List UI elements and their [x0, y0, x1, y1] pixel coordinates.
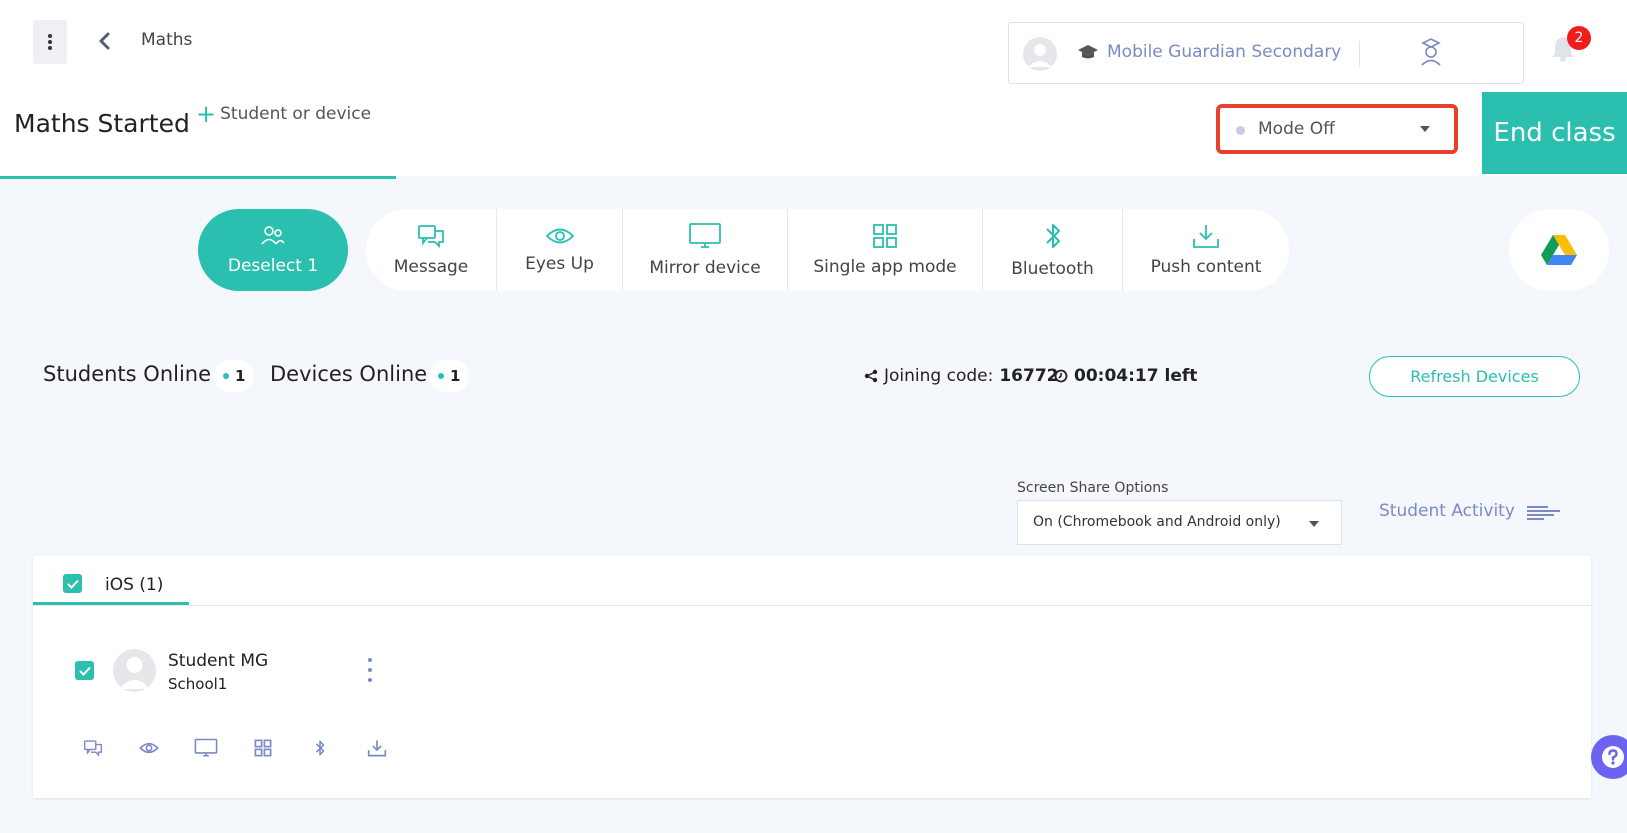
mode-label: Mode Off — [1258, 119, 1335, 139]
end-class-button[interactable]: End class — [1482, 92, 1627, 174]
student-name: Student MG — [168, 651, 269, 671]
students-online-label: Students Online — [43, 362, 212, 386]
question-icon — [1602, 746, 1624, 768]
student-grid-icon[interactable] — [251, 736, 275, 760]
devices-online-label: Devices Online — [270, 362, 428, 386]
screen-share-value: On (Chromebook and Android only) — [1033, 514, 1281, 530]
mode-select[interactable]: Mode Off — [1216, 104, 1458, 154]
student-activity-toggle[interactable]: Student Activity — [1379, 501, 1515, 521]
check-icon — [66, 579, 79, 589]
mode-status-dot — [1236, 126, 1245, 135]
plus-icon: + — [196, 100, 217, 128]
add-student-button[interactable]: + Student or device — [196, 100, 372, 128]
time-left-value: 00:04:17 left — [1074, 366, 1198, 386]
message-button[interactable]: Message — [366, 209, 497, 291]
students-online-number: 1 — [235, 367, 246, 385]
bluetooth-button[interactable]: Bluetooth — [983, 209, 1123, 291]
tab-ios-label: iOS (1) — [105, 575, 164, 595]
help-button[interactable] — [1591, 735, 1627, 779]
deselect-button[interactable]: Deselect 1 — [198, 209, 348, 291]
download-icon — [1193, 225, 1219, 248]
add-student-label: Student or device — [220, 104, 372, 124]
refresh-devices-button[interactable]: Refresh Devices — [1369, 356, 1580, 397]
online-dot — [223, 373, 229, 379]
class-title: Maths Started — [14, 109, 190, 138]
tool-bar: Message Eyes Up Mirror device Single app… — [366, 209, 1289, 291]
student-avatar — [113, 649, 156, 692]
mirror-device-label: Mirror device — [649, 258, 761, 278]
mirror-device-button[interactable]: Mirror device — [623, 209, 788, 291]
deselect-label: Deselect 1 — [227, 256, 319, 276]
devices-online-number: 1 — [450, 367, 461, 385]
select-all-checkbox[interactable] — [63, 574, 82, 593]
kebab-icon — [48, 34, 52, 50]
clock-icon — [1054, 369, 1068, 383]
student-bluetooth-icon[interactable] — [308, 736, 332, 760]
device-panel: iOS (1) Student MG School1 — [33, 556, 1591, 798]
student-eye-icon[interactable] — [137, 736, 161, 760]
user-avatar — [1023, 37, 1057, 71]
eyes-up-label: Eyes Up — [525, 254, 594, 274]
activity-lines-icon[interactable] — [1526, 505, 1562, 525]
share-icon — [864, 369, 878, 383]
student-menu-icon[interactable] — [364, 658, 376, 682]
message-icon — [418, 225, 444, 249]
screen-share-label: Screen Share Options — [1017, 480, 1169, 496]
screen-share-select[interactable]: On (Chromebook and Android only) — [1017, 500, 1342, 545]
class-tab-indicator — [0, 176, 396, 179]
bluetooth-icon — [1045, 224, 1060, 248]
student-monitor-icon[interactable] — [194, 736, 218, 760]
back-button[interactable] — [92, 26, 116, 56]
eye-icon — [545, 228, 574, 244]
joining-code-value: 16772 — [999, 366, 1059, 386]
check-icon — [78, 666, 91, 676]
grid-icon — [873, 224, 897, 248]
graduation-cap-icon — [1077, 43, 1099, 65]
joining-code: Joining code: 16772 — [864, 366, 1059, 386]
caret-down-icon — [1420, 126, 1430, 132]
student-message-icon[interactable] — [81, 736, 105, 760]
bluetooth-label: Bluetooth — [1011, 259, 1094, 279]
push-content-label: Push content — [1150, 257, 1262, 277]
joining-code-label: Joining code: — [884, 366, 994, 386]
teacher-role-icon[interactable] — [1419, 37, 1443, 71]
chevron-left-icon — [99, 32, 110, 50]
breadcrumb: Maths — [141, 30, 193, 50]
google-drive-icon — [1541, 235, 1577, 265]
caret-down-icon — [1309, 521, 1319, 527]
google-drive-button[interactable] — [1509, 209, 1609, 291]
online-dot — [438, 373, 444, 379]
school-selector[interactable]: Mobile Guardian Secondary — [1008, 22, 1524, 84]
class-bar: Maths Started + Student or device Mode O… — [0, 92, 1627, 179]
divider — [33, 605, 1591, 606]
student-checkbox[interactable] — [75, 661, 94, 680]
notification-badge: 2 — [1567, 26, 1591, 50]
push-content-button[interactable]: Push content — [1123, 209, 1289, 291]
student-school: School1 — [168, 675, 228, 693]
tab-ios[interactable]: iOS (1) — [33, 556, 189, 605]
students-online-count: 1 — [214, 360, 255, 392]
message-label: Message — [393, 257, 469, 277]
top-bar: Maths Mobile Guardian Secondary 2 — [0, 0, 1627, 92]
monitor-icon — [689, 223, 721, 248]
users-icon — [261, 226, 285, 245]
time-left: 00:04:17 left — [1054, 366, 1197, 386]
eyes-up-button[interactable]: Eyes Up — [497, 209, 623, 291]
devices-online-count: 1 — [429, 360, 470, 392]
school-name: Mobile Guardian Secondary — [1107, 42, 1342, 62]
single-app-mode-label: Single app mode — [813, 257, 957, 277]
app-menu-button[interactable] — [33, 20, 67, 64]
single-app-mode-button[interactable]: Single app mode — [788, 209, 983, 291]
person-icon — [1028, 44, 1052, 67]
person-icon — [119, 657, 150, 689]
divider — [1359, 41, 1360, 67]
student-download-icon[interactable] — [365, 736, 389, 760]
